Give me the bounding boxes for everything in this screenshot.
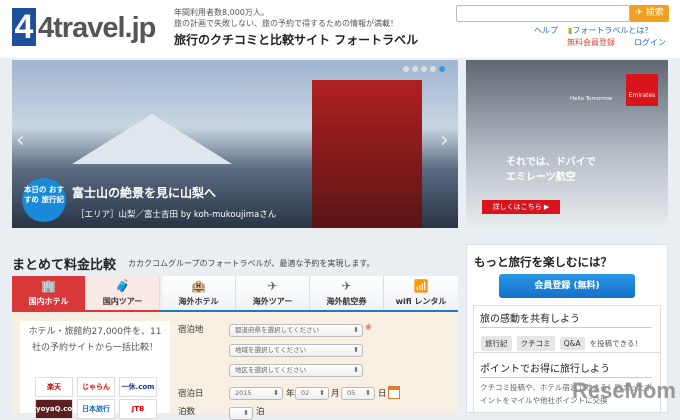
- brand-ikyu[interactable]: 一休.com: [119, 377, 157, 397]
- compare-tabs: 🏢 国内ホテル 🧳 国内ツアー 🏨 海外ホテル ✈ 海外ツアー ✈ 海外航空券 📶 wifi…: [12, 276, 458, 312]
- month-unit: 月: [331, 389, 340, 399]
- day-select[interactable]: 05: [341, 387, 375, 400]
- slide-dot[interactable]: [403, 66, 409, 72]
- tab-label: 海外ツアー: [252, 297, 293, 306]
- nights-unit: 泊: [256, 407, 265, 417]
- plane-globe-icon: ✈: [267, 279, 278, 293]
- required-mark: ※: [365, 323, 372, 332]
- pagoda-image: [312, 80, 422, 228]
- brand-nihon-ryoko[interactable]: 日本旅行: [77, 399, 115, 419]
- prev-arrow-icon[interactable]: ‹: [16, 128, 25, 153]
- register-link[interactable]: 無料会員登録: [567, 37, 615, 48]
- ad-copy: それでは、ドバイで エミレーツ航空: [506, 155, 596, 185]
- ad-details-button[interactable]: 詳しくはこちら ▶: [482, 200, 560, 214]
- nights-select[interactable]: [229, 407, 253, 420]
- brand-jtb[interactable]: JTB: [119, 399, 157, 419]
- wifi-icon: 📶: [413, 279, 429, 293]
- district-select[interactable]: 地区を選択してください: [229, 364, 363, 377]
- nights-label: 泊数: [178, 407, 196, 417]
- site-title: 旅行のクチコミと比較サイト フォートラベル: [174, 33, 419, 47]
- slide-dot-active[interactable]: [439, 66, 445, 72]
- suitcase-icon: 🧳: [115, 279, 130, 293]
- search-input[interactable]: [456, 5, 630, 22]
- building-icon: 🏢: [41, 279, 56, 293]
- ad-hello: Hello Tomorrow: [570, 96, 613, 102]
- tab-domestic-hotel[interactable]: 🏢 国内ホテル: [12, 276, 86, 310]
- calendar-icon[interactable]: [388, 386, 400, 399]
- promo-text: ホテル・旅館約27,000件を、11社の予約サイトから一括比較！: [28, 327, 162, 353]
- slide-dot[interactable]: [421, 66, 427, 72]
- airplane-icon: ✈: [341, 279, 352, 293]
- mountain-image: [72, 114, 232, 164]
- compare-title: まとめて料金比較: [12, 258, 117, 273]
- logo[interactable]: 4 4travel.jp: [12, 8, 162, 48]
- next-arrow-icon[interactable]: ›: [440, 128, 449, 153]
- place-label: 宿泊地: [178, 325, 204, 335]
- logo-text: 4travel.jp: [38, 12, 156, 44]
- year-unit: 年: [286, 389, 295, 399]
- about-link[interactable]: ▮フォートラベルとは？: [568, 25, 652, 36]
- help-link[interactable]: ヘルプ: [534, 25, 558, 36]
- ad-copy-2: エミレーツ航空: [506, 172, 576, 183]
- emirates-ad[interactable]: Emirates Hello Tomorrow それでは、ドバイで エミレーツ航空…: [466, 60, 668, 228]
- year-select[interactable]: 2015: [229, 387, 283, 400]
- hotel-icon: 🏨: [191, 279, 206, 293]
- brand-jalan[interactable]: じゃらん: [77, 377, 115, 397]
- tab-label: wifi レンタル: [395, 297, 447, 306]
- emirates-logo: Emirates: [626, 74, 658, 106]
- area-select[interactable]: 地域を選択してください: [229, 344, 363, 357]
- day-unit: 日: [378, 389, 387, 399]
- tab-domestic-tour[interactable]: 🧳 国内ツアー: [86, 276, 160, 310]
- points-title: ポイントでお得に旅行しよう: [480, 360, 652, 378]
- resemom-watermark: ReseMom: [572, 378, 676, 403]
- tab-label: 海外ホテル: [178, 297, 219, 306]
- slide-dot[interactable]: [412, 66, 418, 72]
- search-button[interactable]: ✈ 検索: [630, 5, 669, 22]
- member-title: もっと旅行を楽しむには？: [474, 255, 612, 269]
- tab-label: 国内ツアー: [102, 297, 143, 306]
- brand-yoyaq[interactable]: yoyaQ.com: [35, 399, 80, 419]
- chip-review[interactable]: クチコミ: [516, 336, 555, 351]
- hero-title[interactable]: 富士山の絶景を見に山梨へ: [72, 184, 216, 201]
- prefecture-select[interactable]: 都道府県を選択してください: [229, 324, 363, 337]
- brand-rakuten[interactable]: 楽天: [35, 377, 73, 397]
- hero-subtitle: ［エリア］山梨／富士吉田 by koh-mukoujimaさん: [76, 210, 277, 220]
- chip-qa[interactable]: Q&A: [559, 337, 585, 350]
- share-chips: 旅行記 クチコミ Q&A を投稿できる！: [481, 331, 642, 351]
- share-title: 旅の感動を共有しよう: [480, 310, 652, 328]
- tab-label: 国内ホテル: [28, 297, 69, 306]
- hero-slider[interactable]: ‹ › 本日の おすすめ 旅行記 富士山の絶景を見に山梨へ ［エリア］山梨／富士…: [12, 60, 458, 228]
- slide-dot[interactable]: [430, 66, 436, 72]
- ad-copy-1: それでは、ドバイで: [506, 157, 596, 168]
- tab-wifi-rental[interactable]: 📶 wifi レンタル: [384, 276, 458, 310]
- recommend-badge: 本日の おすすめ 旅行記: [22, 178, 66, 222]
- tagline-info: 旅の計画で失敗しない、旅の予約で得するための情報が満載！: [174, 19, 398, 28]
- tab-overseas-tour[interactable]: ✈ 海外ツアー: [236, 276, 310, 310]
- tagline-users: 年間利用者数8,000万人。: [174, 8, 269, 17]
- login-link[interactable]: ログイン: [634, 37, 666, 48]
- compare-subtitle: カカクコムグループのフォートラベルが、最適な予約を実現します。: [128, 259, 375, 268]
- tab-overseas-flight[interactable]: ✈ 海外航空券: [310, 276, 384, 310]
- search-label: 検索: [645, 8, 664, 18]
- date-label: 宿泊日: [178, 389, 204, 399]
- chip-travelogue[interactable]: 旅行記: [481, 336, 512, 351]
- tab-overseas-hotel[interactable]: 🏨 海外ホテル: [162, 276, 236, 310]
- divider: [473, 352, 661, 353]
- share-text: を投稿できる！: [589, 339, 643, 348]
- month-select[interactable]: 02: [295, 387, 329, 400]
- plane-icon: ✈: [635, 8, 646, 18]
- tab-label: 海外航空券: [326, 297, 367, 306]
- about-label: フォートラベルとは？: [572, 26, 653, 35]
- member-register-button[interactable]: 会員登録 (無料): [499, 274, 635, 298]
